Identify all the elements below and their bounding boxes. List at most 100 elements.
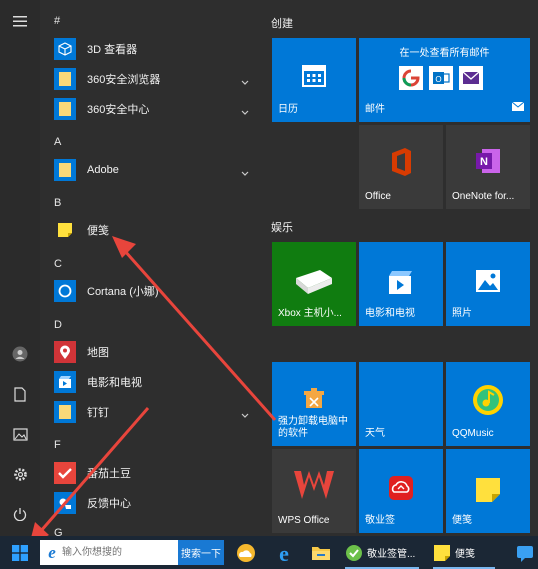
tile-mail[interactable]: 在一处查看所有邮件 O 邮件 [359,38,530,122]
tile-uninstaller[interactable]: 强力卸载电脑中的软件 [272,362,356,446]
chevron-down-icon[interactable] [241,406,249,424]
search-box[interactable]: e [40,540,178,565]
movies-tv-icon [54,371,76,393]
section-letter[interactable]: G [54,527,63,536]
tile-label: WPS Office [278,515,330,526]
tile-photos[interactable]: 照片 [446,242,530,326]
chevron-down-icon[interactable] [241,164,249,182]
svg-text:e: e [48,544,56,560]
taskbar-app-label: 敬业签管... [367,549,416,560]
folder-icon [54,98,76,120]
app-sticky-notes[interactable]: 便笺 [54,217,259,243]
calendar-icon [272,62,356,88]
taskbar-weather-app[interactable] [236,536,256,569]
taskbar-jingyeqian[interactable]: 敬业签管... [345,536,420,569]
svg-text:O: O [435,75,441,84]
app-label: Cortana (小娜) [87,286,159,298]
tile-office[interactable]: Office [359,125,443,209]
sticky-notes-icon [434,544,450,561]
svg-text:e: e [279,543,289,563]
tile-calendar[interactable]: 日历 [272,38,356,122]
app-tomato-todo[interactable]: 番茄土豆 [54,460,259,486]
app-maps[interactable]: 地图 [54,339,259,365]
tile-group-title: 娱乐 [271,222,293,234]
taskbar-app-label: 便笺 [455,549,475,560]
app-feedback-hub[interactable]: 反馈中心 [54,490,259,516]
edge-icon: e [279,543,289,563]
tile-label: 电影和电视 [365,308,415,319]
movies-tv-icon [359,268,443,296]
onenote-icon: N [446,147,530,175]
app-cortana[interactable]: Cortana (小娜) [54,278,259,304]
tile-label: Xbox 主机小... [278,308,342,319]
chevron-down-icon[interactable] [241,73,249,91]
app-3d-viewer[interactable]: 3D 查看器 [54,36,259,62]
tile-xbox[interactable]: Xbox 主机小... [272,242,356,326]
start-left-rail [0,0,40,536]
taskbar-sticky-notes[interactable]: 便笺 [433,536,495,569]
chevron-down-icon[interactable] [241,103,249,121]
power-icon[interactable] [0,496,40,532]
tile-label: 天气 [365,428,385,439]
app-movies-tv[interactable]: 电影和电视 [54,369,259,395]
app-list: # 3D 查看器 360安全浏览器 360安全中心 A Adobe B 便笺 C… [40,0,262,536]
app-label: 番茄土豆 [87,468,131,480]
ie-icon: e [44,543,60,565]
pictures-icon[interactable] [0,416,40,452]
maps-icon [54,341,76,363]
taskbar-edge[interactable]: e [274,536,294,569]
tile-sticky-notes[interactable]: 便笺 [446,449,530,533]
search-input[interactable] [62,542,172,562]
section-letter[interactable]: F [54,439,61,451]
app-label: 360安全浏览器 [87,74,161,86]
app-folder-360-browser[interactable]: 360安全浏览器 [54,66,259,92]
folder-icon [54,159,76,181]
office-icon [359,147,443,177]
tile-label: 日历 [278,104,298,115]
uninstaller-icon [272,388,356,410]
tile-movies-tv[interactable]: 电影和电视 [359,242,443,326]
qqmusic-icon [446,384,530,416]
tomato-icon [54,462,76,484]
folder-icon [54,401,76,423]
menu-icon[interactable] [0,3,40,39]
app-label: Adobe [87,164,119,176]
tile-wps-office[interactable]: WPS Office [272,449,356,533]
section-letter[interactable]: # [54,15,60,27]
weather-app-icon [237,543,255,562]
tile-label: OneNote for... [452,191,515,202]
app-folder-dingtalk[interactable]: 钉钉 [54,399,259,425]
user-icon[interactable] [0,336,40,372]
tile-label: 强力卸载电脑中的软件 [278,416,348,439]
app-label: 360安全中心 [87,104,150,116]
tile-label: 便笺 [452,515,472,526]
document-icon[interactable] [0,376,40,412]
app-label: 3D 查看器 [87,44,138,56]
section-letter[interactable]: B [54,197,61,209]
app-label: 便笺 [87,225,109,237]
tile-onenote[interactable]: N OneNote for... [446,125,530,209]
cortana-icon [54,280,76,302]
mail-app-icon [459,66,483,90]
tile-qqmusic[interactable]: QQMusic [446,362,530,446]
xbox-console-icon [272,266,356,296]
taskbar-file-explorer[interactable] [311,536,331,569]
sticky-notes-icon [446,477,530,503]
taskbar-chat-app[interactable] [516,536,534,569]
jingyeqian-icon [346,544,362,561]
app-folder-adobe[interactable]: Adobe [54,157,259,183]
section-letter[interactable]: A [54,136,61,148]
settings-icon[interactable] [0,456,40,492]
section-letter[interactable]: C [54,258,62,270]
start-button[interactable] [0,536,40,569]
app-folder-360-security[interactable]: 360安全中心 [54,96,259,122]
search-button[interactable]: 搜索一下 [178,540,224,565]
sticky-notes-icon [54,219,76,241]
google-icon [399,66,423,90]
section-letter[interactable]: D [54,319,62,331]
tile-jingyeqian[interactable]: 敬业签 [359,449,443,533]
tile-label: Office [365,191,391,202]
taskbar: e 搜索一下 e 敬业签管... 便笺 [0,536,538,569]
tile-weather[interactable]: 天气 [359,362,443,446]
feedback-icon [54,492,76,514]
